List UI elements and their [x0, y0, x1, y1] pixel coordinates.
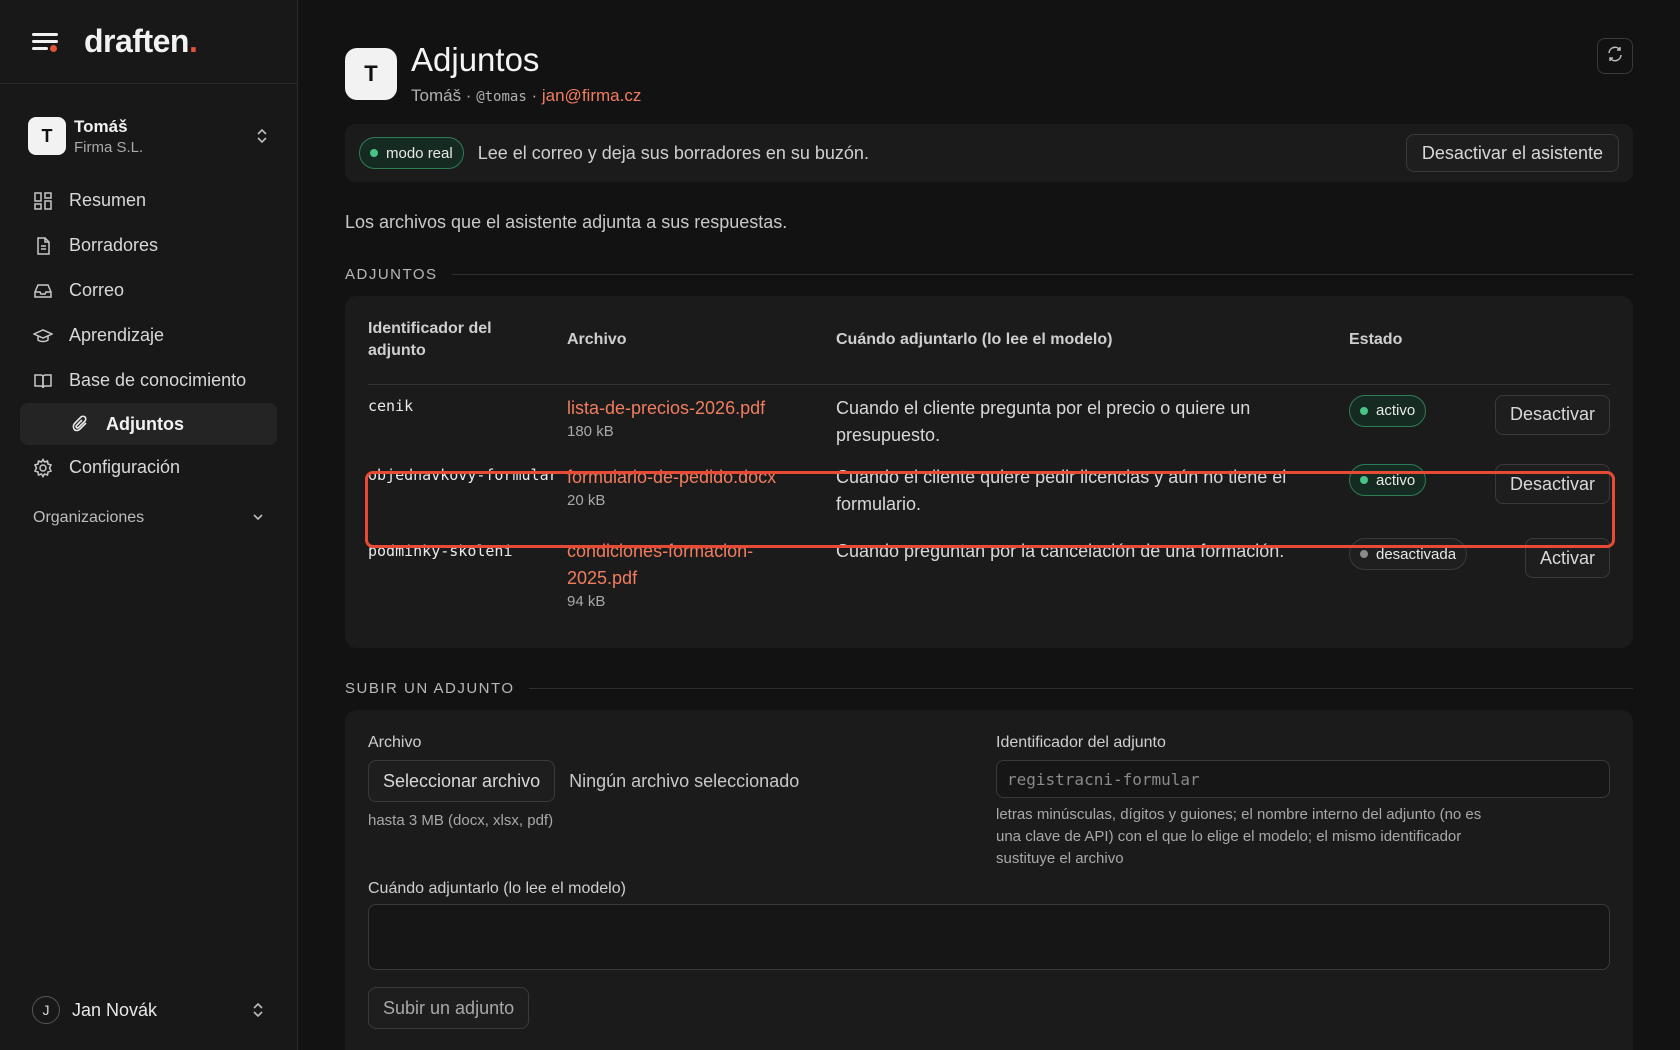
organizations-toggle[interactable]: Organizaciones	[0, 500, 297, 536]
when-textarea[interactable]	[368, 904, 1610, 970]
organizations-label: Organizaciones	[33, 509, 145, 526]
deactivate-button[interactable]: Desactivar	[1494, 394, 1610, 435]
file-size: 94 kB	[567, 593, 606, 610]
meta-email-link[interactable]: jan@firma.cz	[542, 86, 641, 105]
table-row: objednavkovy-formular formulario-de-pedi…	[368, 456, 1610, 530]
status-dot-icon	[1360, 406, 1368, 415]
sidebar-item-adjuntos[interactable]: Adjuntos	[20, 403, 277, 445]
status-badge: activo	[1349, 394, 1427, 427]
identifier-hint: letras minúsculas, dígitos y guiones; el…	[996, 806, 1482, 867]
inbox-icon	[32, 280, 54, 302]
menu-icon[interactable]	[32, 30, 60, 54]
status-badge: activo	[1349, 464, 1427, 496]
sidebar-item-borradores[interactable]: Borradores	[0, 223, 297, 268]
table-row: cenik lista-de-precios-2026.pdf 180 kB Cu…	[368, 384, 1610, 456]
no-file-text: Ningún archivo seleccionado	[569, 770, 800, 791]
file-link[interactable]: condiciones-formacion-2025.pdf	[567, 538, 836, 592]
assistant-status-banner: modo real Lee el correo y deja sus borra…	[345, 124, 1633, 182]
sidebar-item-label: Resumen	[69, 190, 147, 210]
table-row: podminky-skoleni condiciones-formacion-2…	[368, 530, 1610, 640]
user-name: Jan Novák	[72, 999, 158, 1020]
graduation-cap-icon	[32, 325, 54, 347]
attachments-section-title: ADJUNTOS	[345, 266, 1633, 283]
sidebar-item-label: Aprendizaje	[69, 325, 165, 345]
file-label: Archivo	[368, 734, 422, 751]
dashboard-icon	[32, 190, 54, 212]
column-header-file: Archivo	[567, 296, 836, 385]
sidebar-item-correo[interactable]: Correo	[0, 268, 297, 313]
org-company-name: Firma S.L.	[74, 138, 144, 156]
sidebar-item-aprendizaje[interactable]: Aprendizaje	[0, 313, 297, 358]
refresh-icon	[1606, 45, 1624, 68]
sidebar-nav: Resumen Borradores Correo Aprendizaje Ba…	[0, 178, 297, 536]
status-dot-icon	[1360, 550, 1368, 558]
sidebar-item-label: Base de conocimiento	[69, 370, 247, 390]
table-header-row: Identificador del adjunto Archivo Cuándo…	[368, 296, 1610, 385]
deactivate-button[interactable]: Desactivar	[1494, 464, 1610, 504]
when-text: Cuando el cliente pregunta por el precio…	[836, 397, 1251, 445]
brand-bar: draften.	[0, 0, 297, 84]
chevron-up-down-icon	[251, 1001, 265, 1019]
column-header-when: Cuándo adjuntarlo (lo lee el modelo)	[836, 296, 1349, 385]
meta-name: Tomáš	[411, 86, 462, 105]
meta-handle: @tomas	[476, 89, 527, 105]
intro-text: Los archivos que el asistente adjunta a …	[345, 212, 788, 232]
sidebar: draften. T Tomáš Firma S.L. Resumen Borr…	[0, 0, 298, 1050]
page-subtitle: Tomáš · @tomas · jan@firma.cz	[411, 86, 642, 105]
chevron-up-down-icon	[255, 127, 269, 145]
gear-icon	[32, 457, 54, 479]
file-hint: hasta 3 MB (docx, xlsx, pdf)	[368, 812, 554, 829]
main-content: T Adjuntos Tomáš · @tomas · jan@firma.cz…	[345, 0, 1633, 1050]
column-header-id: Identificador del adjunto	[368, 296, 567, 385]
sidebar-item-resumen[interactable]: Resumen	[0, 178, 297, 223]
when-text: Cuando preguntan por la cancelación de u…	[836, 541, 1285, 561]
file-link[interactable]: lista-de-precios-2026.pdf	[567, 395, 836, 422]
upload-section-title: SUBIR UN ADJUNTO	[345, 680, 1633, 697]
sidebar-item-label: Correo	[69, 280, 125, 300]
logo: draften.	[84, 23, 198, 59]
sidebar-item-configuracion[interactable]: Configuración	[0, 445, 297, 490]
status-dot-icon	[370, 149, 378, 157]
page-header: T Adjuntos Tomáš · @tomas · jan@firma.cz	[345, 42, 641, 106]
attachment-id: podminky-skoleni	[368, 542, 513, 560]
sidebar-item-base-de-conocimiento[interactable]: Base de conocimiento	[0, 358, 297, 403]
user-menu[interactable]: J Jan Novák	[32, 990, 265, 1030]
identifier-input[interactable]: registracni-formular	[996, 760, 1610, 798]
file-size: 180 kB	[567, 422, 614, 440]
sidebar-item-label: Configuración	[69, 457, 181, 477]
attachment-id: objednavkovy-formular	[368, 466, 558, 484]
upload-card: Archivo Seleccionar archivo Ningún archi…	[345, 710, 1633, 1050]
paperclip-icon	[70, 413, 92, 435]
upload-button[interactable]: Subir un adjunto	[368, 987, 530, 1029]
attachments-card: Identificador del adjunto Archivo Cuándo…	[345, 296, 1633, 648]
when-label: Cuándo adjuntarlo (lo lee el modelo)	[368, 880, 626, 897]
org-user-name: Tomáš	[74, 116, 128, 136]
banner-text: Lee el correo y deja sus borradores en s…	[477, 142, 869, 163]
document-icon	[32, 235, 54, 257]
mode-badge: modo real	[359, 137, 464, 169]
file-size: 20 kB	[567, 492, 606, 509]
avatar: J	[32, 996, 60, 1024]
refresh-button[interactable]	[1597, 38, 1633, 74]
sidebar-item-label: Adjuntos	[106, 413, 184, 434]
activate-button[interactable]: Activar	[1524, 538, 1610, 578]
select-file-button[interactable]: Seleccionar archivo	[368, 760, 556, 802]
chevron-down-icon	[251, 509, 265, 527]
page-title: Adjuntos	[411, 41, 540, 78]
attachments-table: Identificador del adjunto Archivo Cuándo…	[368, 296, 1610, 640]
identifier-label: Identificador del adjunto	[996, 734, 1166, 751]
org-avatar: T	[28, 117, 66, 155]
file-link[interactable]: formulario-de-pedido.docx	[567, 464, 836, 491]
sidebar-item-label: Borradores	[69, 235, 159, 255]
book-icon	[32, 370, 54, 392]
when-text: Cuando el cliente quiere pedir licencias…	[836, 467, 1287, 514]
header-avatar: T	[345, 48, 397, 100]
status-dot-icon	[1360, 476, 1368, 484]
column-header-status: Estado	[1349, 296, 1489, 385]
deactivate-assistant-button[interactable]: Desactivar el asistente	[1405, 134, 1619, 172]
org-switcher[interactable]: T Tomáš Firma S.L.	[0, 116, 297, 156]
status-badge: desactivada	[1349, 538, 1468, 570]
attachment-id: cenik	[368, 396, 414, 415]
